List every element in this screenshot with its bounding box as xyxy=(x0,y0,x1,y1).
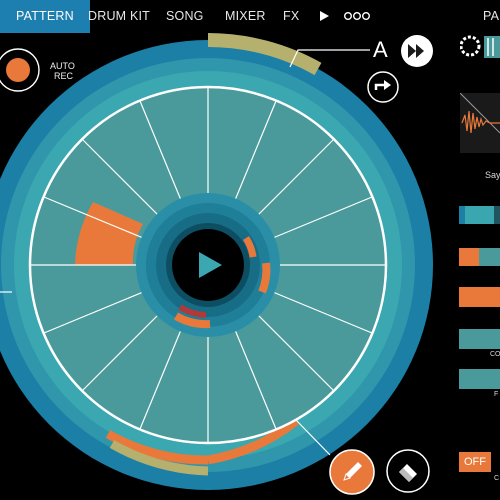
top-nav: PATTERN DRUM KIT SONG MIXER FX PA xyxy=(0,0,500,33)
tool-connector xyxy=(295,419,331,456)
pattern-label[interactable]: A xyxy=(373,38,388,62)
record-button[interactable] xyxy=(0,45,46,95)
tab-mixer[interactable]: MIXER xyxy=(225,0,266,33)
tab-song[interactable]: SONG xyxy=(166,0,204,33)
tab-fx-label: FX xyxy=(283,9,300,23)
auto-rec-label-1[interactable]: AUTO xyxy=(50,61,75,71)
tab-partial-right[interactable]: PA xyxy=(483,0,499,33)
tab-pattern-label: PATTERN xyxy=(16,9,74,23)
more-dots-icon[interactable] xyxy=(344,10,372,22)
tab-fx[interactable]: FX xyxy=(283,0,299,33)
record-icon xyxy=(6,58,30,82)
param-label-co: CO xyxy=(490,351,500,358)
eraser-button[interactable] xyxy=(385,448,431,494)
auto-rec-label-2[interactable]: REC xyxy=(54,71,73,81)
off-button[interactable]: OFF xyxy=(459,452,491,472)
tab-partial-right-label: PA xyxy=(483,9,500,23)
param-label-c: C xyxy=(494,475,500,482)
tab-mixer-label: MIXER xyxy=(225,9,266,23)
pencil-button[interactable] xyxy=(328,448,376,496)
sample-waveform[interactable] xyxy=(460,93,500,153)
param-slider-5[interactable] xyxy=(459,369,500,389)
param-slider-1[interactable] xyxy=(459,206,500,224)
fast-forward-button[interactable] xyxy=(400,34,434,68)
sample-name: Say xyxy=(485,170,500,180)
center-play-button[interactable] xyxy=(172,229,244,301)
tab-drum-kit-label: DRUM KIT xyxy=(88,9,151,23)
tab-drum-kit[interactable]: DRUM KIT xyxy=(88,0,150,33)
param-label-f: F xyxy=(494,391,499,398)
sequencer-wheel[interactable] xyxy=(0,0,500,500)
param-slider-2[interactable] xyxy=(459,248,500,266)
play-icon[interactable] xyxy=(317,9,331,23)
pattern-connector xyxy=(289,49,370,68)
param-slider-4[interactable] xyxy=(459,329,500,349)
tab-pattern[interactable]: PATTERN xyxy=(0,0,90,33)
tab-song-label: SONG xyxy=(166,9,204,23)
waveform-toggle[interactable] xyxy=(460,33,500,63)
arrow-right-button[interactable] xyxy=(366,70,400,104)
param-slider-3[interactable] xyxy=(459,287,500,307)
